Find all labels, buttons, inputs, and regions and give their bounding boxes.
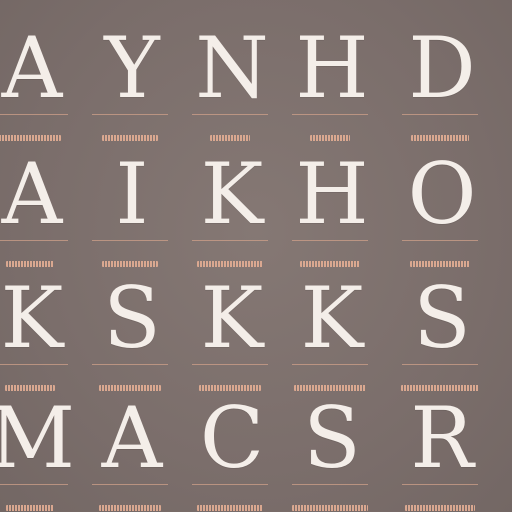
glyph-letter: S [103, 269, 161, 367]
glyph-letter: Y [104, 19, 159, 117]
glyph-cell: S [280, 378, 380, 511]
glyph-letter: O [407, 145, 477, 243]
baseline-rule [402, 484, 478, 485]
glyph-cell: S [80, 258, 180, 391]
glyph-cell: H [280, 8, 380, 141]
baseline-rule [402, 240, 478, 241]
baseline-rule [192, 114, 268, 115]
glyph-caption [396, 502, 484, 512]
glyph-caption [86, 502, 174, 512]
baseline-rule [402, 114, 478, 115]
glyph-letter: I [115, 145, 148, 243]
glyph-letter: C [199, 389, 264, 487]
baseline-rule [192, 240, 268, 241]
glyph-cell: K [180, 134, 280, 267]
glyph-cell: K [180, 258, 280, 391]
glyph-cell: C [180, 378, 280, 511]
glyph-cell: K [0, 258, 80, 391]
baseline-rule [0, 484, 68, 485]
glyph-cell: I [80, 134, 180, 267]
glyph-letter: K [0, 269, 64, 367]
glyph-letter: H [295, 145, 368, 243]
glyph-letter: D [408, 19, 475, 117]
baseline-rule [192, 364, 268, 365]
glyph-cell: D [390, 8, 490, 141]
baseline-rule [92, 114, 168, 115]
glyph-letter: A [101, 389, 163, 487]
glyph-letter: A [1, 19, 63, 117]
baseline-rule [0, 114, 68, 115]
baseline-rule [192, 484, 268, 485]
glyph-letter: K [300, 269, 364, 367]
baseline-rule [0, 364, 68, 365]
alphabet-sheet: A Y N H D A I K H O K S K K S M A C S R [0, 0, 512, 512]
glyph-letter: R [410, 389, 473, 487]
glyph-caption [286, 502, 374, 512]
baseline-rule [292, 364, 368, 365]
glyph-letter: K [200, 269, 264, 367]
glyph-caption [186, 502, 274, 512]
baseline-rule [292, 240, 368, 241]
baseline-rule [402, 364, 478, 365]
baseline-rule [92, 364, 168, 365]
baseline-rule [92, 240, 168, 241]
glyph-letter: S [413, 269, 471, 367]
glyph-cell: M [0, 378, 80, 511]
glyph-letter: K [200, 145, 264, 243]
glyph-letter: M [0, 389, 75, 487]
glyph-cell: K [280, 258, 380, 391]
glyph-letter: H [295, 19, 368, 117]
glyph-letter: A [1, 145, 63, 243]
baseline-rule [292, 484, 368, 485]
baseline-rule [292, 114, 368, 115]
glyph-cell: A [80, 378, 180, 511]
glyph-cell: S [390, 258, 490, 391]
glyph-cell: Y [80, 8, 180, 141]
baseline-rule [92, 484, 168, 485]
glyph-cell: A [0, 8, 80, 141]
glyph-cell: R [390, 378, 490, 511]
glyph-letter: S [303, 389, 361, 487]
glyph-letter: N [195, 19, 269, 117]
glyph-caption [0, 502, 74, 512]
glyph-cell: H [280, 134, 380, 267]
glyph-cell: O [390, 134, 490, 267]
glyph-cell: N [180, 8, 280, 141]
baseline-rule [0, 240, 68, 241]
glyph-cell: A [0, 134, 80, 267]
